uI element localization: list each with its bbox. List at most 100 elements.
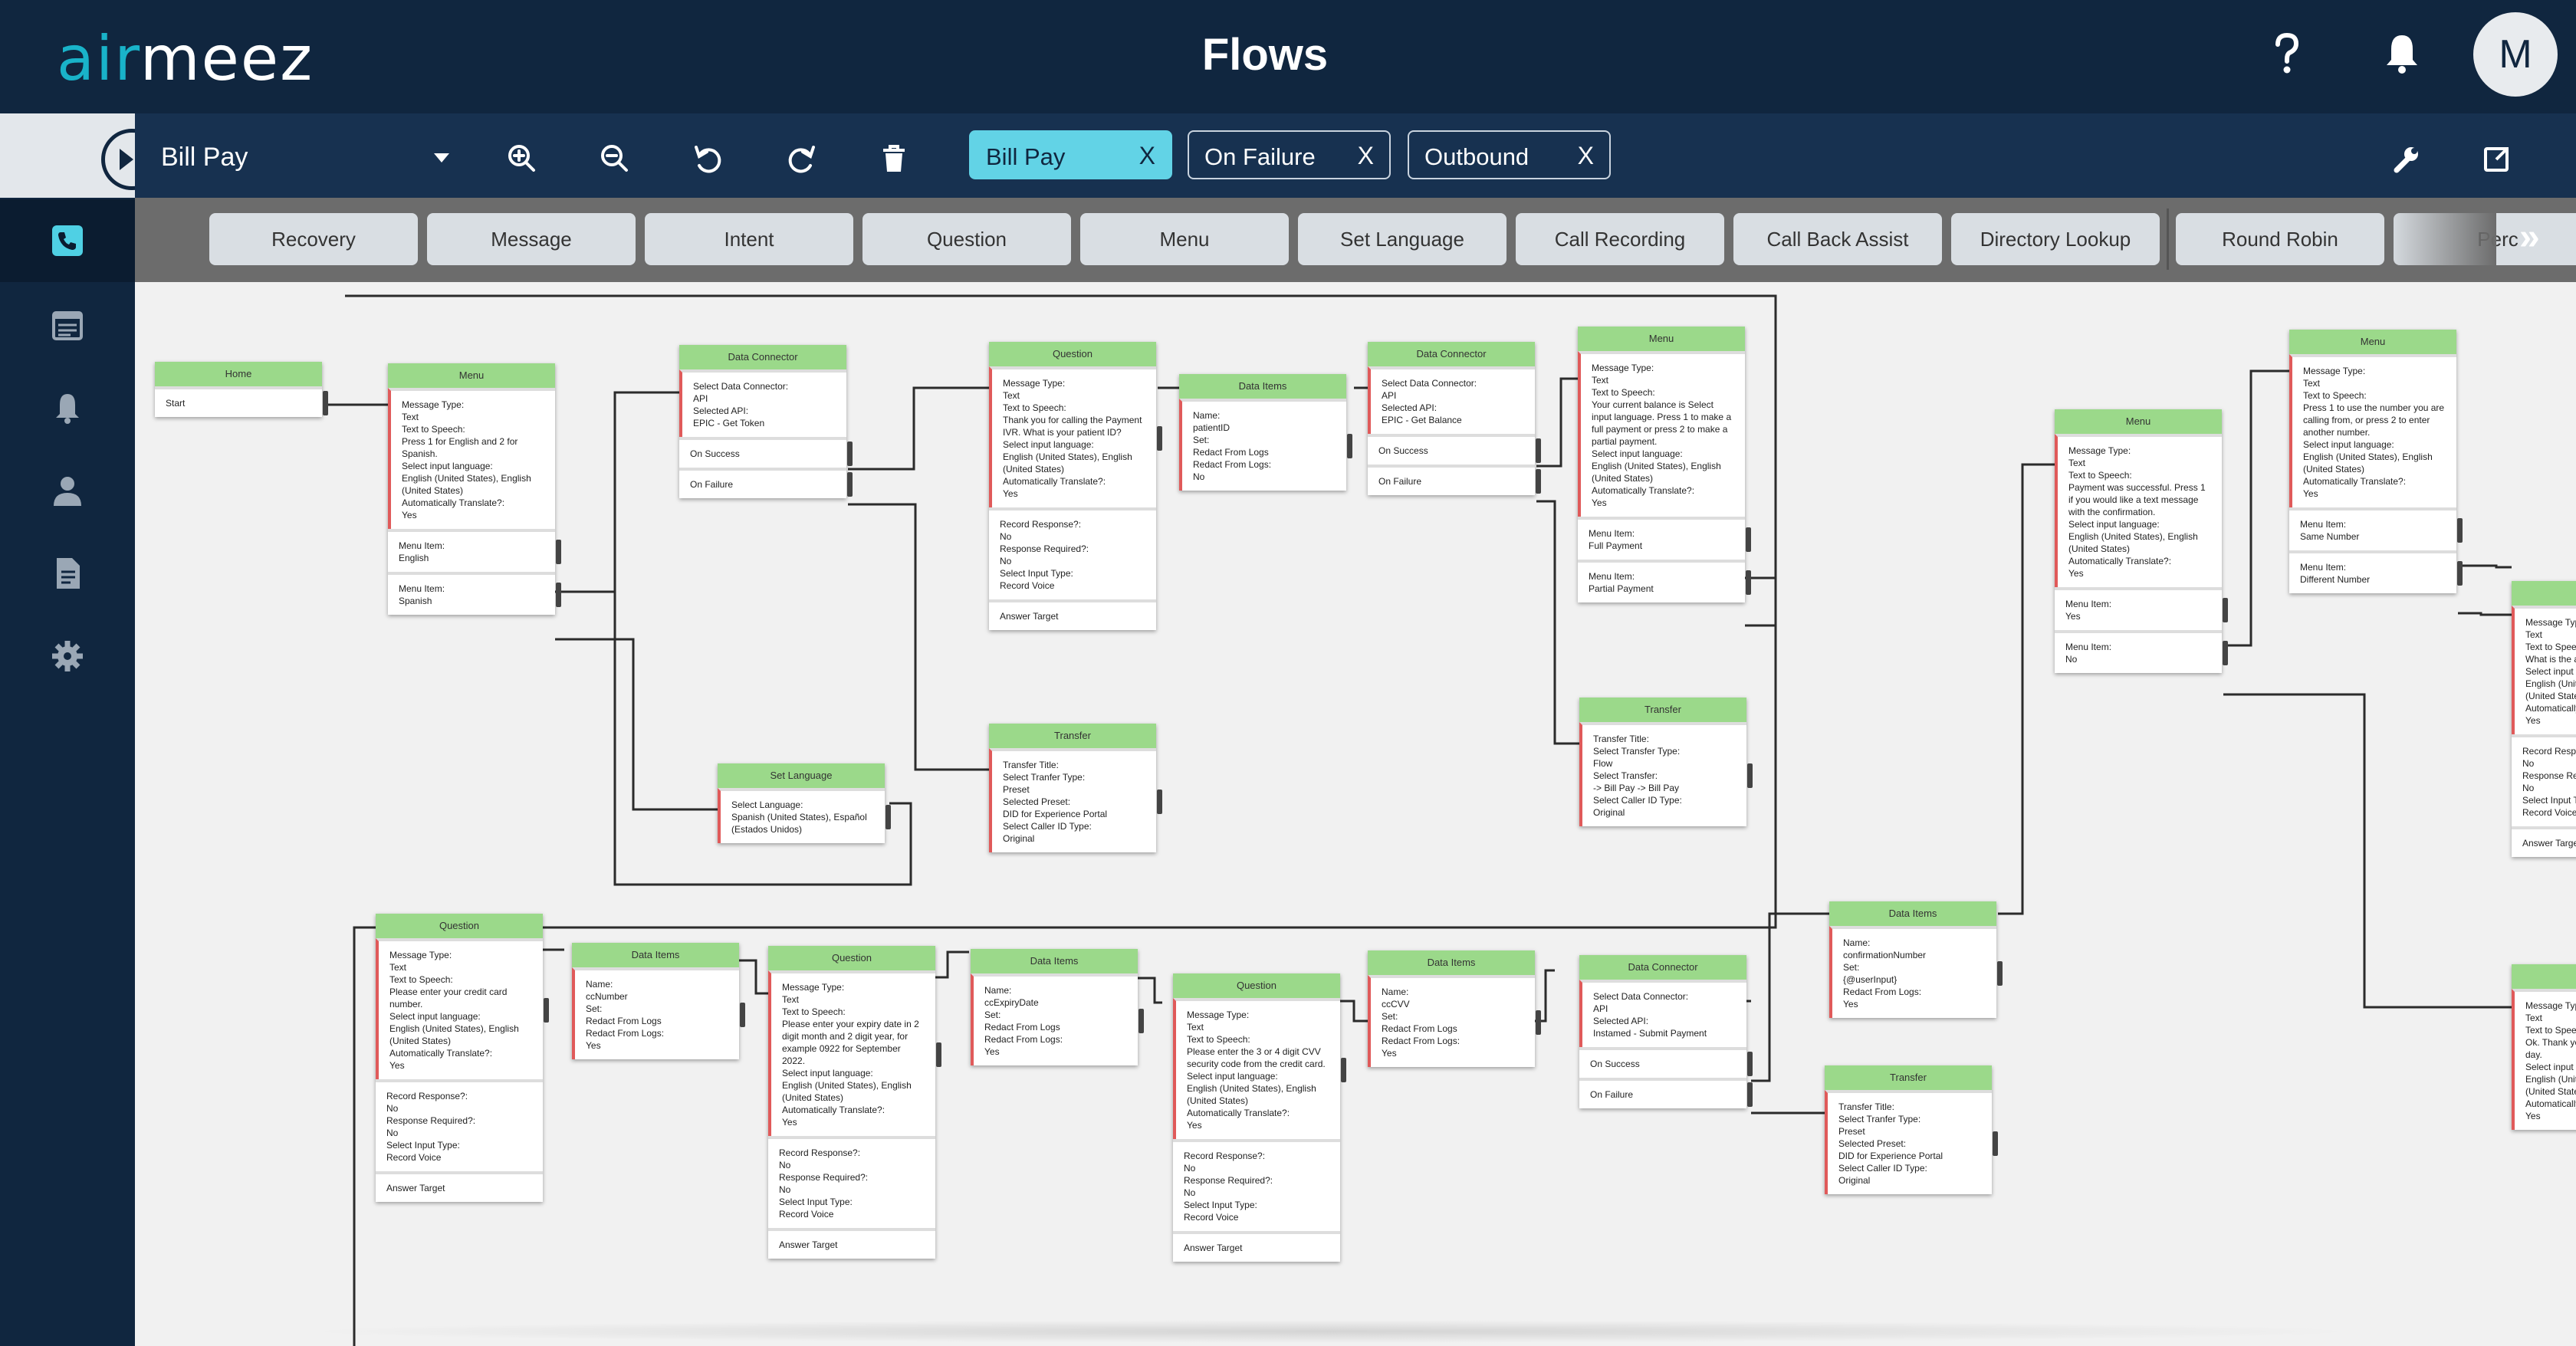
node-section[interactable]: Answer Target [376, 1171, 543, 1202]
output-port[interactable] [1138, 1009, 1144, 1033]
node-section[interactable]: Message Type: Text Text to Speech: Press… [388, 388, 555, 529]
palette-round-robin[interactable]: Round Robin [2176, 213, 2384, 265]
output-port[interactable] [2223, 641, 2228, 665]
node-menu[interactable]: Menu Message Type: Text Text to Speech: … [2289, 330, 2463, 593]
output-port[interactable] [1536, 1010, 1541, 1035]
output-port[interactable] [1341, 1058, 1346, 1082]
node-section[interactable]: Start [155, 386, 328, 417]
node-section[interactable]: Message Type: Text Text to Speech: Pleas… [768, 970, 941, 1136]
output-port[interactable] [1747, 1052, 1753, 1076]
node-section[interactable]: Name: ccExpiryDate Set: Redact From Logs… [971, 973, 1144, 1065]
node-section[interactable]: Message Type: Text Text to Speech: Payme… [2055, 434, 2222, 587]
node-transfer[interactable]: Transfer Transfer Title: Select Transfer… [1579, 698, 1753, 826]
node-transfer[interactable]: Transfer Transfer Title: Select Tranfer … [1825, 1065, 1998, 1194]
sidebar-item-agents[interactable] [0, 449, 135, 532]
close-icon[interactable]: X [1578, 142, 1594, 170]
node-data-connector[interactable]: Data Connector Select Data Connector: AP… [1579, 955, 1753, 1108]
redo-icon[interactable] [778, 136, 824, 182]
node-section[interactable]: Message Type: Text Text to Speech: Press… [2289, 354, 2456, 507]
sidebar-item-calendar[interactable] [0, 284, 135, 366]
undo-icon[interactable] [685, 136, 731, 182]
expand-icon[interactable] [2473, 136, 2519, 182]
palette-intent[interactable]: Intent [645, 213, 853, 265]
output-port[interactable] [847, 442, 853, 466]
node-data-items[interactable]: Data Items Name: confirmationNumber Set:… [1829, 901, 2003, 1018]
output-port[interactable] [1347, 434, 1352, 458]
node-section[interactable]: Select Data Connector: API Selected API:… [1579, 980, 1746, 1047]
node-section[interactable]: On Failure [1368, 465, 1541, 495]
output-port[interactable] [886, 805, 891, 829]
output-port[interactable] [740, 1003, 745, 1027]
node-section[interactable]: Answer Target [1173, 1231, 1340, 1262]
node-data-items[interactable]: Data Items Name: ccCVV Set: Redact From … [1368, 950, 1541, 1067]
flow-canvas[interactable]: Home Start Menu Message Type: Text Text … [135, 282, 2576, 1346]
node-section[interactable]: Menu Item: No [2055, 630, 2228, 673]
output-port[interactable] [1747, 763, 1753, 788]
node-section[interactable]: Name: ccNumber Set: Redact From Logs Red… [572, 967, 745, 1059]
node-question[interactable]: Question Message Type: Text Text to Spee… [989, 342, 1162, 630]
node-section[interactable]: Select Data Connector: API Selected API:… [679, 369, 846, 437]
node-section[interactable]: Transfer Title: Select Tranfer Type: Pre… [1825, 1090, 1998, 1194]
sidebar-item-documents[interactable] [0, 532, 135, 615]
node-section[interactable]: Message Type: Text Text to Speech: Thank… [989, 366, 1162, 507]
node-section[interactable]: Menu Item: Full Payment [1578, 517, 1751, 560]
tab-outbound[interactable]: Outbound X [1408, 130, 1611, 179]
node-menu[interactable]: M Message Type: Text Text to Speech Ok. … [2512, 964, 2576, 1130]
node-section[interactable]: Answer Target [2512, 826, 2576, 857]
sidebar-toggle-button[interactable] [0, 113, 163, 198]
node-section[interactable]: On Success [1579, 1047, 1753, 1078]
node-section[interactable]: On Failure [679, 468, 853, 498]
tab-bill-pay[interactable]: Bill Pay X [969, 130, 1172, 179]
node-section[interactable]: Record Response?: No Response Required?:… [989, 507, 1156, 599]
node-section[interactable]: Record Respon No Response Requ No Select… [2512, 734, 2576, 826]
node-question[interactable]: Question Message Type: Text Text to Spee… [376, 914, 549, 1202]
sidebar-item-flows[interactable] [0, 199, 135, 282]
palette-set-language[interactable]: Set Language [1298, 213, 1506, 265]
palette-call-back-assist[interactable]: Call Back Assist [1733, 213, 1942, 265]
sidebar-item-settings[interactable] [0, 615, 135, 698]
node-data-items[interactable]: Data Items Name: patientID Set: Redact F… [1179, 374, 1352, 491]
output-port[interactable] [2457, 518, 2463, 543]
node-section[interactable]: Transfer Title: Select Tranfer Type: Pre… [989, 748, 1162, 852]
node-section[interactable]: Select Data Connector: API Selected API:… [1368, 366, 1535, 434]
node-section[interactable]: Name: ccCVV Set: Redact From Logs Redact… [1368, 975, 1541, 1067]
output-port[interactable] [1746, 527, 1751, 552]
palette-scroll-right-icon[interactable]: » [2519, 216, 2540, 258]
sidebar-item-alerts[interactable] [0, 366, 135, 449]
bell-icon[interactable] [2375, 26, 2429, 80]
node-section[interactable]: Message Type: Text Text to Speech Ok. Th… [2512, 989, 2576, 1130]
node-section[interactable]: Menu Item: English [388, 529, 561, 572]
tab-on-failure[interactable]: On Failure X [1188, 130, 1391, 179]
output-port[interactable] [847, 472, 853, 497]
trash-icon[interactable] [871, 136, 917, 182]
palette-menu[interactable]: Menu [1080, 213, 1289, 265]
output-port[interactable] [544, 998, 549, 1023]
output-port[interactable] [1536, 469, 1541, 494]
node-question[interactable]: Question Message Type: Text Text to Spee… [768, 946, 941, 1259]
chevron-down-icon[interactable] [434, 153, 449, 163]
node-question[interactable]: Question Message Type: Text Text to Spee… [1173, 973, 1346, 1262]
node-data-connector[interactable]: Data Connector Select Data Connector: AP… [1368, 342, 1541, 495]
zoom-out-icon[interactable] [593, 136, 639, 182]
output-port[interactable] [936, 1042, 941, 1067]
node-section[interactable]: Answer Target [768, 1228, 935, 1259]
node-section[interactable]: Menu Item: Partial Payment [1578, 560, 1751, 602]
output-port[interactable] [1993, 1131, 1998, 1156]
avatar[interactable]: M [2473, 12, 2558, 97]
node-section[interactable]: Menu Item: Same Number [2289, 507, 2463, 550]
node-section[interactable]: Message Type: Text Text to Speech: Pleas… [376, 938, 549, 1079]
node-menu[interactable]: Menu Message Type: Text Text to Speech: … [2055, 409, 2228, 673]
palette-recovery[interactable]: Recovery [209, 213, 418, 265]
node-home[interactable]: Home Start [155, 362, 328, 417]
output-port[interactable] [1536, 438, 1541, 463]
node-data-items[interactable]: Data Items Name: ccExpiryDate Set: Redac… [971, 949, 1144, 1065]
output-port[interactable] [2223, 598, 2228, 622]
node-section[interactable]: On Success [679, 437, 853, 468]
wrench-icon[interactable] [2383, 136, 2429, 182]
node-section[interactable]: Menu Item: Spanish [388, 572, 561, 615]
node-section[interactable]: Record Response?: No Response Required?:… [768, 1136, 935, 1228]
node-section[interactable]: Record Response?: No Response Required?:… [376, 1079, 543, 1171]
close-icon[interactable]: X [1139, 142, 1155, 170]
palette-message[interactable]: Message [427, 213, 636, 265]
node-section[interactable]: Transfer Title: Select Transfer Type: Fl… [1579, 722, 1753, 826]
